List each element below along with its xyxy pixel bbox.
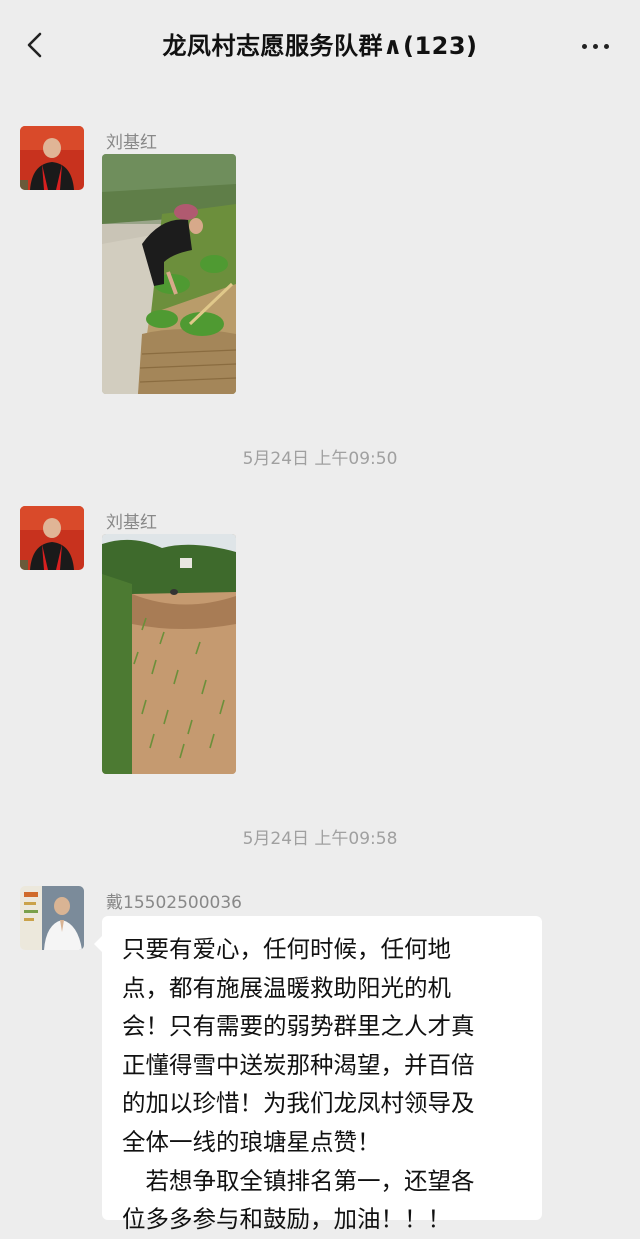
message-text-line: 位多多参与和鼓励，加油！！！ (122, 1205, 451, 1234)
sender-name: 戴15502500036 (106, 893, 242, 913)
message-text-line: 会！只有需要的弱势群里之人才真 (122, 1012, 475, 1041)
message-text-line: 点，都有施展温暖救助阳光的机 (122, 973, 451, 1002)
message-text-line: 全体一线的琅塘星点赞！ (122, 1127, 381, 1156)
chat-title: 龙凤村志愿服务队群∧(123) (162, 32, 478, 60)
timestamp: 5月24日 上午09:58 (242, 829, 398, 849)
sender-name: 刘基红 (106, 133, 157, 153)
message-text-line: 若想争取全镇排名第一，还望各 (122, 1166, 475, 1195)
photo-planting-1[interactable] (102, 154, 236, 394)
sender-name: 刘基红 (106, 513, 157, 533)
more-dots-icon[interactable] (578, 30, 614, 60)
message-text-line: 正懂得雪中送炭那种渴望，并百倍 (122, 1050, 475, 1079)
message-text-line: 的加以珍惜！为我们龙凤村领导及 (122, 1089, 475, 1118)
avatar-dai[interactable] (20, 886, 84, 950)
avatar-liujihong[interactable] (20, 126, 84, 190)
message-bubble[interactable]: 只要有爱心，任何时候，任何地 点，都有施展温暖救助阳光的机 会！只有需要的弱势群… (94, 916, 542, 1233)
avatar-liujihong[interactable] (20, 506, 84, 570)
chat-header: 龙凤村志愿服务队群∧(123) (0, 0, 640, 92)
timestamp: 5月24日 上午09:50 (242, 449, 398, 469)
message-text-line: 只要有爱心，任何时候，任何地 (122, 935, 451, 963)
photo-planting-2[interactable] (102, 534, 236, 774)
